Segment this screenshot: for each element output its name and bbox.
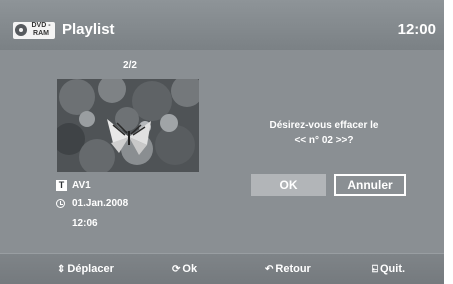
footer-ok-hint: ⟳ Ok (172, 263, 198, 275)
disc-badge-text: DVD -RAM (31, 22, 51, 37)
page-title: Playlist (62, 21, 115, 38)
question-line-2: << n° 02 >>? (294, 135, 354, 146)
clock-time: 12:00 (397, 21, 436, 38)
footer-back-hint: ↶ Retour (265, 263, 311, 275)
footer-move-hint: ⇕ Déplacer (57, 263, 114, 275)
clock-icon (56, 199, 65, 208)
disc-icon (15, 24, 27, 36)
delete-confirmation-screen: DVD -RAM Playlist 12:00 2/2 T AV1 01.Jan… (0, 0, 444, 284)
dvd-ram-disc-icon: DVD -RAM (13, 22, 55, 39)
up-down-arrow-icon: ⇕ (57, 264, 66, 275)
footer-quit-hint: ⍇ Quit. (372, 263, 406, 275)
item-time: 12:06 (72, 218, 98, 229)
return-icon: ↶ (265, 264, 274, 275)
delete-question: Désirez-vous effacer le << n° 02 >>? (236, 118, 412, 148)
cancel-button[interactable]: Annuler (334, 174, 406, 196)
enter-icon: ⟳ (172, 264, 181, 275)
playlist-thumbnail (57, 79, 199, 172)
page-indicator: 2/2 (123, 60, 137, 71)
item-date: 01.Jan.2008 (72, 198, 129, 209)
exit-icon: ⍇ (372, 264, 378, 275)
title-type-icon: T (56, 180, 67, 191)
item-name: AV1 (72, 180, 91, 191)
footer-help-bar: ⇕ Déplacer ⟳ Ok ↶ Retour ⍇ Quit. (0, 253, 444, 284)
ok-button[interactable]: OK (251, 174, 326, 196)
content-area: 2/2 T AV1 01.Jan.2008 12:06 Désirez-vous… (0, 50, 444, 253)
header-bar: DVD -RAM Playlist 12:00 (0, 0, 444, 50)
question-line-1: Désirez-vous effacer le (269, 120, 379, 131)
